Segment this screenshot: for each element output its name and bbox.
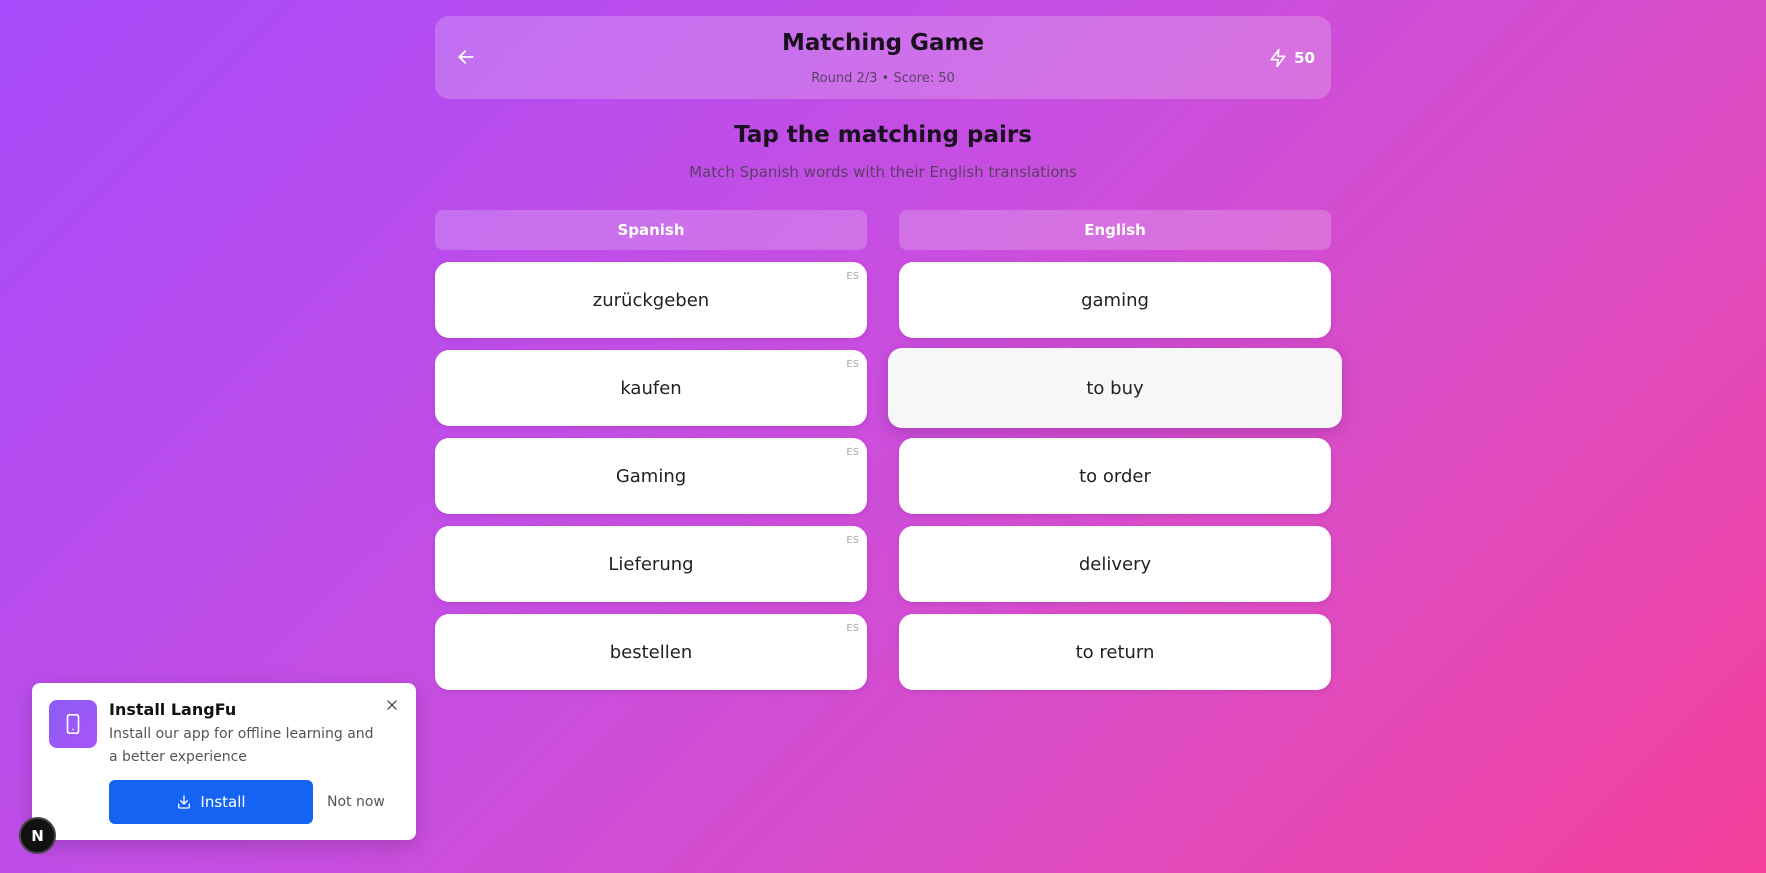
english-column-header: English bbox=[899, 210, 1331, 250]
popup-title: Install LangFu bbox=[109, 700, 237, 719]
score-value: 50 bbox=[1294, 49, 1315, 67]
language-tag: ES bbox=[846, 359, 859, 370]
install-button[interactable]: Install bbox=[109, 780, 313, 824]
word-card[interactable]: zurückgeben ES bbox=[435, 262, 867, 338]
badge-letter: N bbox=[31, 826, 44, 845]
language-tag: ES bbox=[846, 535, 859, 546]
card-word: zurückgeben bbox=[592, 289, 710, 311]
prompt-title: Tap the matching pairs bbox=[734, 122, 1032, 148]
smartphone-icon bbox=[49, 700, 97, 748]
language-tag: ES bbox=[846, 271, 859, 282]
round-score-text: Round 2/3 • Score: 50 bbox=[811, 71, 955, 86]
word-card[interactable]: to return bbox=[899, 614, 1331, 690]
game-header: Matching Game Round 2/3 • Score: 50 50 bbox=[435, 16, 1331, 99]
card-word: to buy bbox=[1086, 377, 1144, 399]
score-display: 50 bbox=[1268, 46, 1315, 70]
download-icon bbox=[178, 795, 191, 809]
prompt-subtitle: Match Spanish words with their English t… bbox=[689, 163, 1077, 181]
game-title: Matching Game bbox=[781, 30, 985, 56]
card-word: to order bbox=[1079, 465, 1151, 487]
word-card[interactable]: to order bbox=[899, 438, 1331, 514]
word-card[interactable]: delivery bbox=[899, 526, 1331, 602]
card-word: Lieferung bbox=[608, 553, 694, 575]
language-tag: ES bbox=[846, 623, 859, 634]
close-popup-button[interactable] bbox=[382, 695, 402, 715]
language-tag: ES bbox=[846, 447, 859, 458]
lightning-icon bbox=[1270, 48, 1286, 68]
word-card[interactable]: Gaming ES bbox=[435, 438, 867, 514]
card-word: gaming bbox=[1081, 289, 1149, 311]
popup-description: Install our app for offline learning and… bbox=[109, 726, 374, 765]
word-card[interactable]: bestellen ES bbox=[435, 614, 867, 690]
install-app-popup: Install LangFu Install our app for offli… bbox=[32, 683, 416, 840]
card-word: Gaming bbox=[615, 465, 687, 487]
dev-badge-button[interactable]: N bbox=[19, 817, 56, 854]
card-word: to return bbox=[1075, 641, 1155, 663]
card-word: kaufen bbox=[620, 377, 682, 399]
card-word: delivery bbox=[1078, 553, 1152, 575]
word-card-selected[interactable]: to buy bbox=[888, 348, 1342, 428]
install-label: Install bbox=[200, 793, 246, 811]
word-card[interactable]: kaufen ES bbox=[435, 350, 867, 426]
word-card[interactable]: gaming bbox=[899, 262, 1331, 338]
close-icon bbox=[387, 700, 397, 710]
word-card[interactable]: Lieferung ES bbox=[435, 526, 867, 602]
spanish-column-header: Spanish bbox=[435, 210, 867, 250]
card-word: bestellen bbox=[609, 641, 693, 663]
not-now-button[interactable]: Not now bbox=[327, 780, 385, 824]
